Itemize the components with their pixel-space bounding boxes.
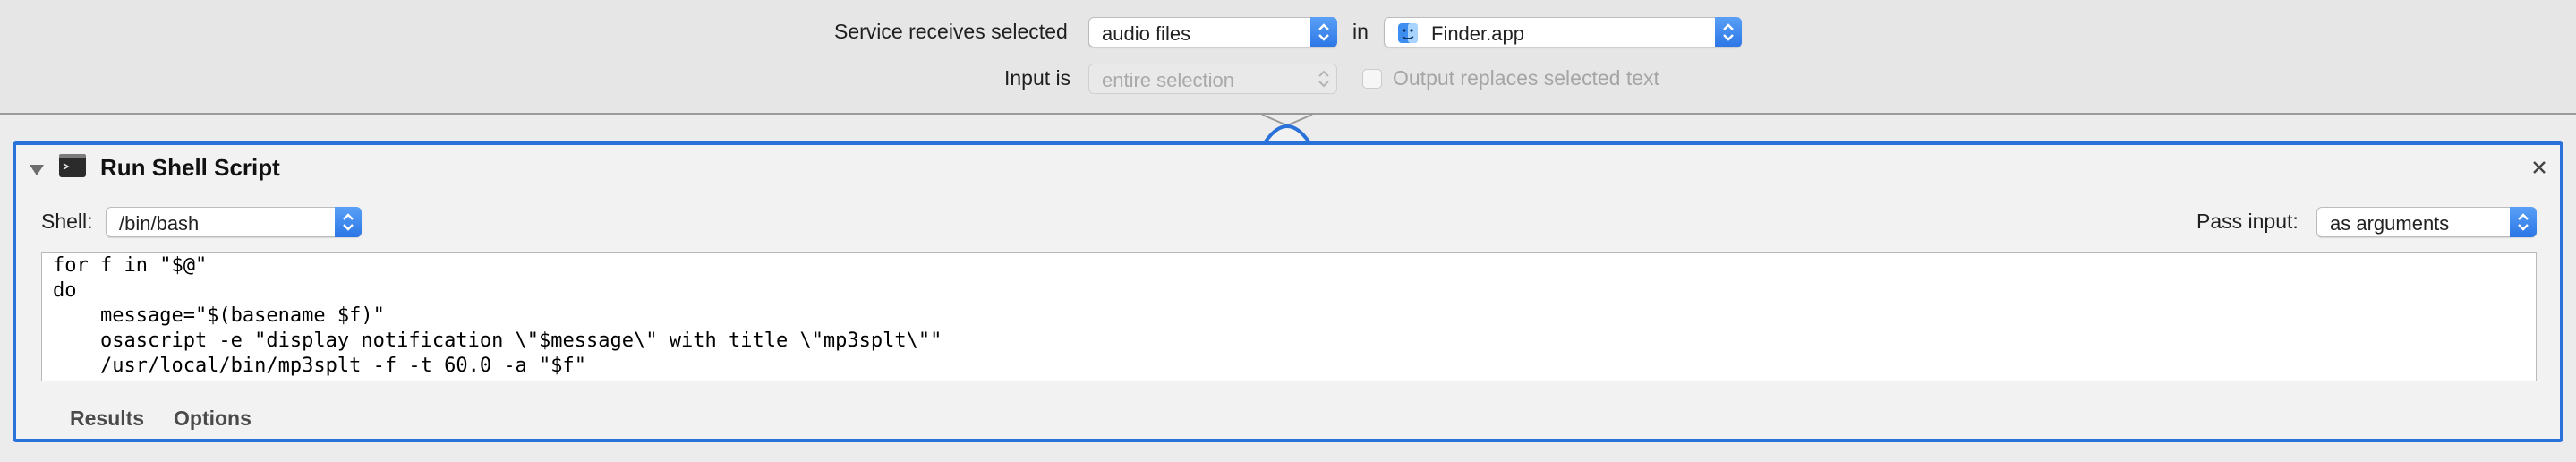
script-line: /usr/local/bin/mp3splt -f -t 60.0 -a "$f… xyxy=(53,355,587,377)
shell-label: Shell: xyxy=(41,210,93,233)
pass-input-popup[interactable]: as arguments xyxy=(2316,207,2537,237)
popup-stepper-icon xyxy=(1310,64,1337,94)
automator-service-window: Service receives selected audio files in… xyxy=(0,0,2576,462)
script-line: osascript -e "display notification \"$me… xyxy=(53,329,943,352)
script-line: for f in "$@" xyxy=(53,254,208,277)
application-value: Finder.app xyxy=(1431,22,1524,45)
service-receives-label: Service receives selected xyxy=(834,20,1068,43)
tab-options[interactable]: Options xyxy=(174,406,252,431)
input-is-label: Input is xyxy=(1004,66,1071,90)
popup-stepper-icon xyxy=(335,207,362,237)
shell-value: /bin/bash xyxy=(119,212,200,235)
popup-stepper-icon xyxy=(1310,17,1337,47)
script-line: message="$(basename $f)" xyxy=(53,304,385,327)
in-label: in xyxy=(1352,20,1369,43)
application-popup[interactable]: Finder.app xyxy=(1384,17,1742,47)
input-scope-popup[interactable]: entire selection xyxy=(1088,64,1337,94)
disclosure-triangle-icon[interactable] xyxy=(29,163,45,182)
output-replaces-checkbox[interactable] xyxy=(1362,69,1382,89)
close-icon[interactable] xyxy=(2531,159,2547,180)
input-scope-value: entire selection xyxy=(1102,69,1234,91)
tab-results[interactable]: Results xyxy=(70,406,144,431)
service-input-type-popup[interactable]: audio files xyxy=(1088,17,1337,47)
terminal-icon xyxy=(59,154,86,182)
output-replaces-label: Output replaces selected text xyxy=(1393,66,1659,90)
script-line: do xyxy=(53,279,77,302)
pass-input-label: Pass input: xyxy=(2196,210,2299,233)
service-input-type-value: audio files xyxy=(1102,22,1191,45)
popup-stepper-icon xyxy=(2510,207,2537,237)
run-shell-script-action: Run Shell Script Shell: /bin/bash Pass i… xyxy=(13,141,2563,442)
shell-popup[interactable]: /bin/bash xyxy=(106,207,362,237)
service-header: Service receives selected audio files in… xyxy=(0,0,2576,115)
finder-icon xyxy=(1397,22,1419,48)
action-title: Run Shell Script xyxy=(100,154,280,181)
pass-input-value: as arguments xyxy=(2330,212,2450,235)
popup-stepper-icon xyxy=(1715,17,1742,47)
script-editor[interactable]: for f in "$@" do message="$(basename $f)… xyxy=(41,252,2537,381)
